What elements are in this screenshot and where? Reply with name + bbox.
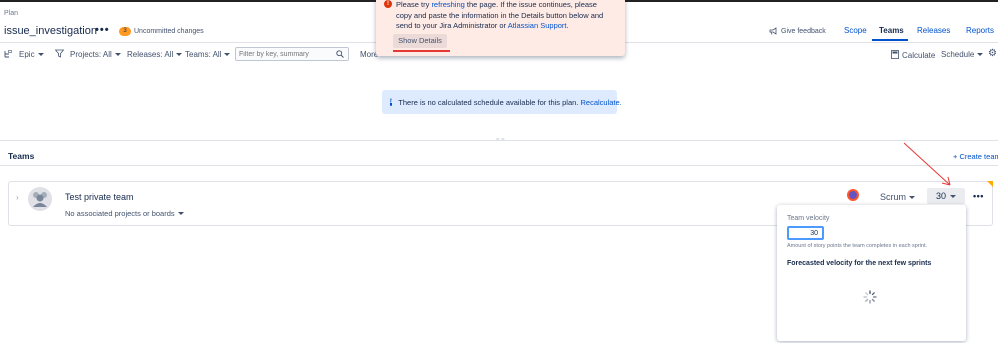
page-title: issue_investigation [4,25,97,37]
tab-scope[interactable]: Scope [844,26,867,35]
chevron-down-icon [950,194,956,198]
loading-spinner-icon [863,290,877,304]
calculator-icon [891,50,899,61]
info-banner: i There is no calculated schedule availa… [382,90,622,114]
chevron-down-icon [224,53,231,56]
chevron-down-icon [177,212,184,215]
active-tab-indicator [872,39,908,41]
filter-icon [54,49,65,60]
teams-filter-label: Teams: All [185,50,222,59]
team-projects-label: No associated projects or boards [65,209,175,218]
search-icon[interactable] [336,50,344,60]
error-text: the page. If the issue continues, please [464,0,597,9]
error-text: . [566,21,569,30]
tab-releases[interactable]: Releases [917,26,950,35]
atlassian-support-link[interactable]: Atlassian Support [508,21,567,30]
error-line-3: send to your Jira Administrator or Atlas… [396,21,603,32]
hierarchy-icon [4,50,12,60]
hierarchy-dropdown[interactable]: Epic [19,50,44,59]
schedule-label: Schedule [941,50,975,59]
velocity-field-label: Team velocity [787,215,830,222]
velocity-dropdown[interactable]: 30 [927,188,965,204]
info-text: There is no calculated schedule availabl… [398,97,579,107]
error-line-1: Please try refreshing the page. If the i… [396,0,603,11]
chevron-down-icon [176,53,183,56]
give-feedback-button[interactable]: Give feedback [769,27,826,35]
team-projects-dropdown[interactable]: No associated projects or boards [65,209,184,218]
calculate-label: Calculate [902,51,936,60]
planning-method-dropdown[interactable]: Scrum [880,192,916,202]
velocity-input[interactable] [787,226,824,240]
chevron-down-icon [37,53,44,56]
releases-filter-dropdown[interactable]: Releases: All [127,50,183,59]
tab-teams[interactable]: Teams [879,26,904,35]
projects-filter-dropdown[interactable]: Projects: All [70,50,121,59]
show-details-button[interactable]: Show Details [393,34,447,48]
chevron-down-icon [909,195,916,199]
gear-icon[interactable]: ⚙ [988,49,997,59]
error-text: send to your Jira Administrator or [396,21,508,30]
row-actions-button[interactable]: ••• [973,191,984,201]
planning-method-label: Scrum [880,192,907,202]
search-input[interactable] [236,48,331,60]
velocity-value: 30 [935,191,946,201]
teams-filter-dropdown[interactable]: Teams: All [185,50,231,59]
error-message: Please try refreshing the page. If the i… [396,0,603,32]
tab-reports[interactable]: Reports [966,26,994,35]
team-people-icon [33,192,47,207]
team-avatar [28,187,52,211]
error-flag: ! Please try refreshing the page. If the… [376,0,625,56]
give-feedback-label: Give feedback [781,27,826,35]
breadcrumb[interactable]: Plan [4,10,18,17]
chevron-down-icon [114,53,121,56]
error-line-2: copy and paste the information in the De… [396,10,604,20]
uncommitted-changes-link[interactable]: Uncommitted changes [134,28,204,35]
drag-handle-icon[interactable]: = = [496,137,505,143]
forecast-title: Forecasted velocity for the next few spr… [787,260,932,267]
velocity-help-text: Amount of story points the team complete… [787,243,928,249]
velocity-popup: Team velocity Amount of story points the… [777,205,966,341]
teams-section-title: Teams [8,151,35,161]
corner-marker [987,181,993,187]
releases-filter-label: Releases: All [127,50,174,59]
annotation-arrow [903,142,951,186]
expand-chevron-icon[interactable]: › [16,193,19,202]
recalculate-link[interactable]: Recalculate. [580,98,621,107]
projects-filter-label: Projects: All [70,50,112,59]
refresh-link[interactable]: refreshing [431,0,464,9]
info-icon: i [390,98,393,106]
create-team-button[interactable]: + Create team [953,152,998,161]
error-text: Please try [396,0,432,9]
schedule-dropdown[interactable]: Schedule [941,50,984,59]
calculate-button[interactable]: Calculate [891,50,935,61]
search-box[interactable] [235,47,349,61]
more-actions-button[interactable]: ••• [95,24,110,36]
uncommitted-count-badge[interactable]: 3 [119,27,131,36]
hierarchy-label: Epic [19,50,35,59]
megaphone-icon [769,27,778,35]
team-name[interactable]: Test private team [65,192,134,202]
member-avatar[interactable] [847,189,859,201]
error-icon: ! [384,0,392,8]
chevron-down-icon [977,53,984,56]
annotation-underline [393,50,450,52]
teams-divider [0,165,998,166]
